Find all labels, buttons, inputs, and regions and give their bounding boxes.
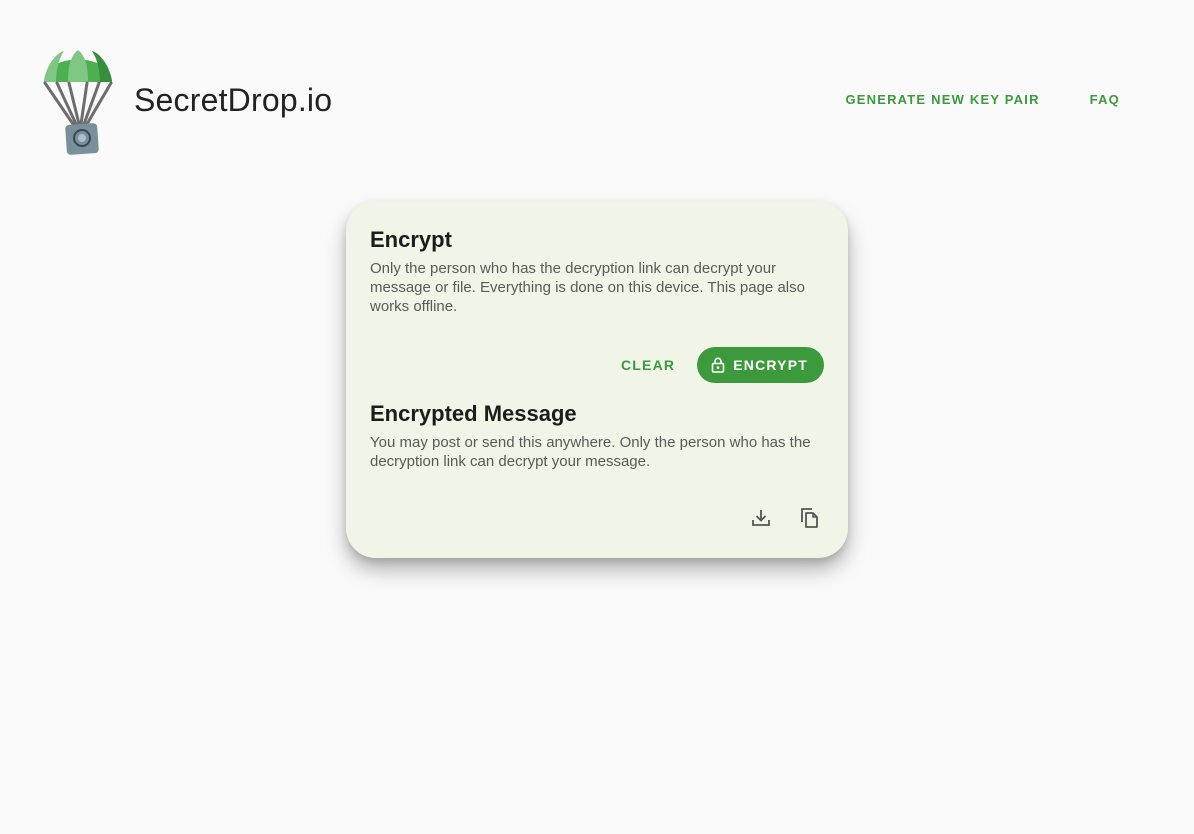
top-nav: GENERATE NEW KEY PAIR FAQ [845,90,1120,110]
encrypted-message-heading: Encrypted Message [370,401,577,426]
encrypt-heading: Encrypt [370,227,452,252]
copy-icon [801,508,818,528]
lock-icon [711,357,725,373]
download-icon [752,510,770,526]
header: SecretDrop.io GENERATE NEW KEY PAIR FAQ [0,0,1194,200]
brand-title[interactable]: SecretDrop.io [134,80,332,120]
generate-key-pair-link[interactable]: GENERATE NEW KEY PAIR [845,90,1039,110]
page: SecretDrop.io GENERATE NEW KEY PAIR FAQ … [0,0,1194,834]
parachute-logo-icon[interactable] [40,46,116,156]
faq-link[interactable]: FAQ [1090,90,1120,110]
encrypt-description: Only the person who has the decryption l… [370,260,805,315]
copy-button[interactable] [798,506,820,530]
download-button[interactable] [750,506,772,530]
encrypt-button[interactable]: ENCRYPT [697,347,824,383]
clear-button[interactable]: CLEAR [621,357,675,373]
encrypted-message-description: You may post or send this anywhere. Only… [370,434,811,470]
encrypt-card: Encrypt Only the person who has the decr… [346,201,848,558]
encrypt-button-label: ENCRYPT [733,357,808,373]
encrypt-actions: CLEAR ENCRYPT [621,347,824,383]
output-actions [750,506,820,530]
